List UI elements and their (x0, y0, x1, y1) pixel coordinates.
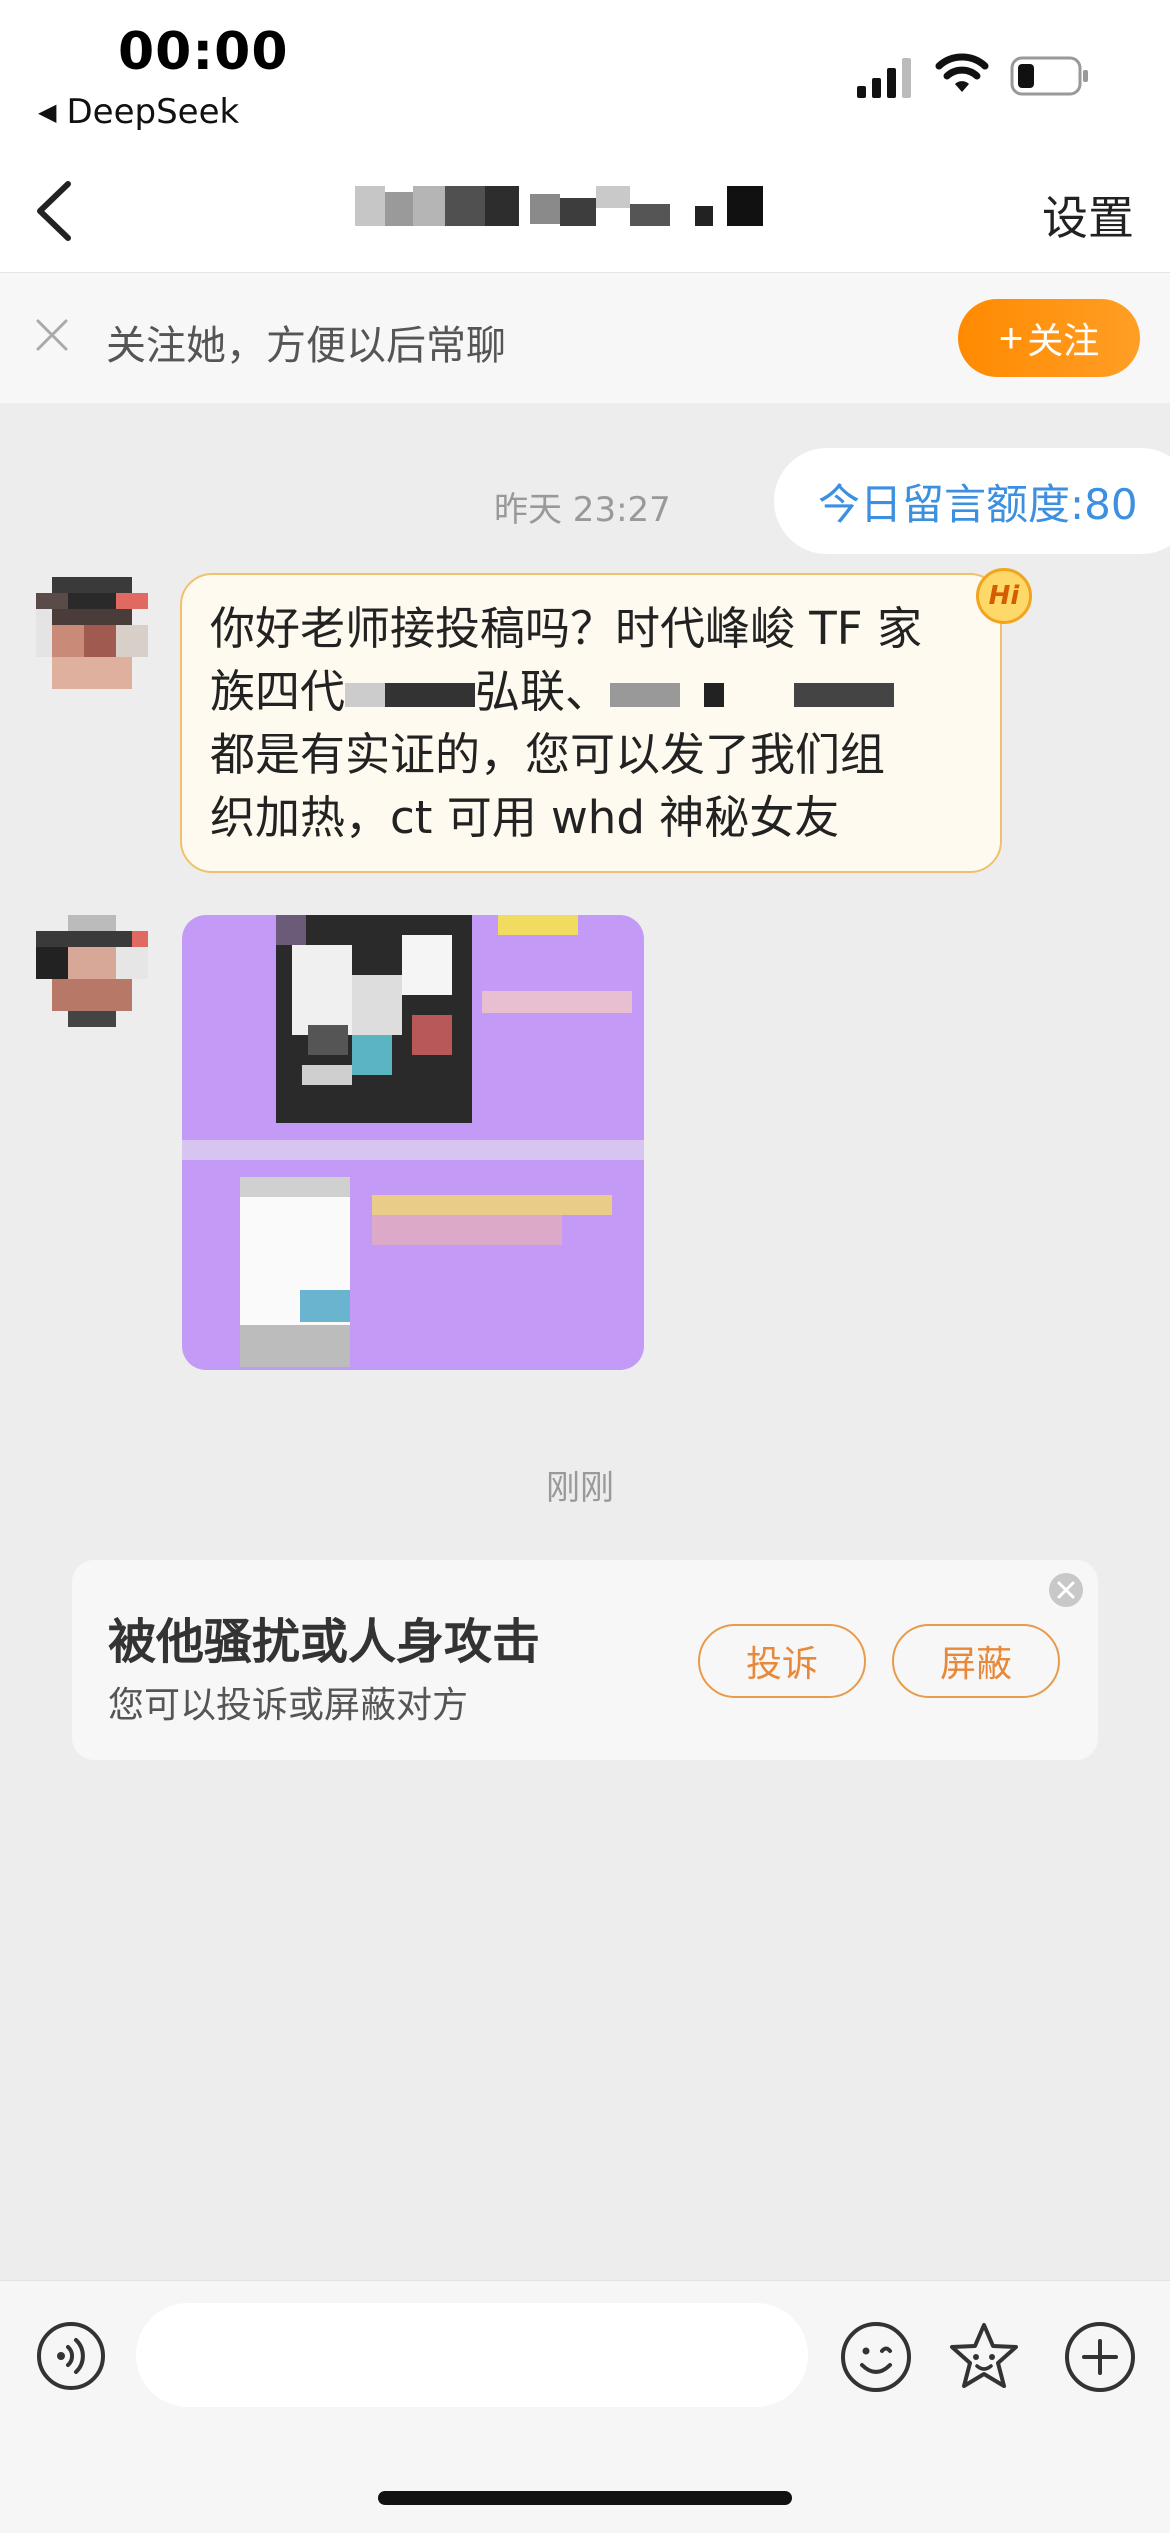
follow-button-label: 关注 (1027, 320, 1100, 361)
back-triangle-icon: ◀ (38, 98, 57, 126)
hi-badge-icon: Hi (976, 568, 1032, 624)
message-timestamp: 刚刚 (546, 1468, 614, 1508)
battery-icon (1010, 56, 1088, 96)
back-arrow-icon[interactable] (30, 178, 80, 244)
emoji-icon[interactable] (840, 2321, 912, 2393)
home-indicator (378, 2491, 792, 2505)
message-line: 织加热，ct 可用 whd 神秘女友 (210, 791, 840, 844)
message-quota-pill: 今日留言额度:80 (774, 448, 1170, 554)
sender-avatar[interactable] (36, 915, 148, 1027)
chat-header: 设置 (0, 150, 1170, 273)
status-time: 00:00 (118, 22, 289, 82)
message-line: 你好老师接投稿吗？时代峰峻 TF 家 (210, 602, 922, 655)
status-bar: 00:00 ◀ DeepSeek (0, 0, 1170, 150)
message-input[interactable] (136, 2303, 808, 2407)
follow-button[interactable]: + 关注 (958, 299, 1140, 377)
report-button[interactable]: 投诉 (698, 1624, 866, 1698)
harassment-subtitle: 您可以投诉或屏蔽对方 (108, 1685, 469, 1726)
back-app-label: DeepSeek (66, 92, 240, 132)
message-line: 都是有实证的，您可以发了我们组 (210, 728, 886, 781)
back-to-app-link[interactable]: ◀ DeepSeek (38, 92, 239, 132)
close-card-icon[interactable] (1048, 1572, 1084, 1608)
block-button[interactable]: 屏蔽 (892, 1624, 1060, 1698)
settings-button[interactable]: 设置 (1042, 182, 1134, 248)
close-icon[interactable] (34, 317, 70, 353)
plus-icon: + (998, 314, 1024, 361)
harassment-title: 被他骚扰或人身攻击 (108, 1614, 541, 1670)
image-message[interactable] (182, 915, 644, 1370)
follow-prompt-bar: 关注她，方便以后常聊 + 关注 (0, 273, 1170, 403)
sender-avatar[interactable] (36, 577, 148, 689)
sticker-star-icon[interactable] (946, 2319, 1022, 2395)
more-plus-icon[interactable] (1064, 2321, 1136, 2393)
message-line: 族四代 弘联、 (210, 660, 972, 723)
message-bubble[interactable]: 你好老师接投稿吗？时代峰峻 TF 家 族四代 弘联、 都是有实证的，您可以发了我们… (180, 573, 1002, 873)
chat-title-redacted (355, 186, 805, 228)
cellular-signal-icon (857, 58, 911, 98)
message-timestamp: 昨天 23:27 (494, 490, 671, 530)
follow-prompt-text: 关注她，方便以后常聊 (106, 323, 506, 369)
wifi-icon (935, 53, 989, 92)
voice-input-icon[interactable] (36, 2321, 106, 2391)
harassment-report-card: 被他骚扰或人身攻击 您可以投诉或屏蔽对方 投诉 屏蔽 (72, 1560, 1098, 1760)
